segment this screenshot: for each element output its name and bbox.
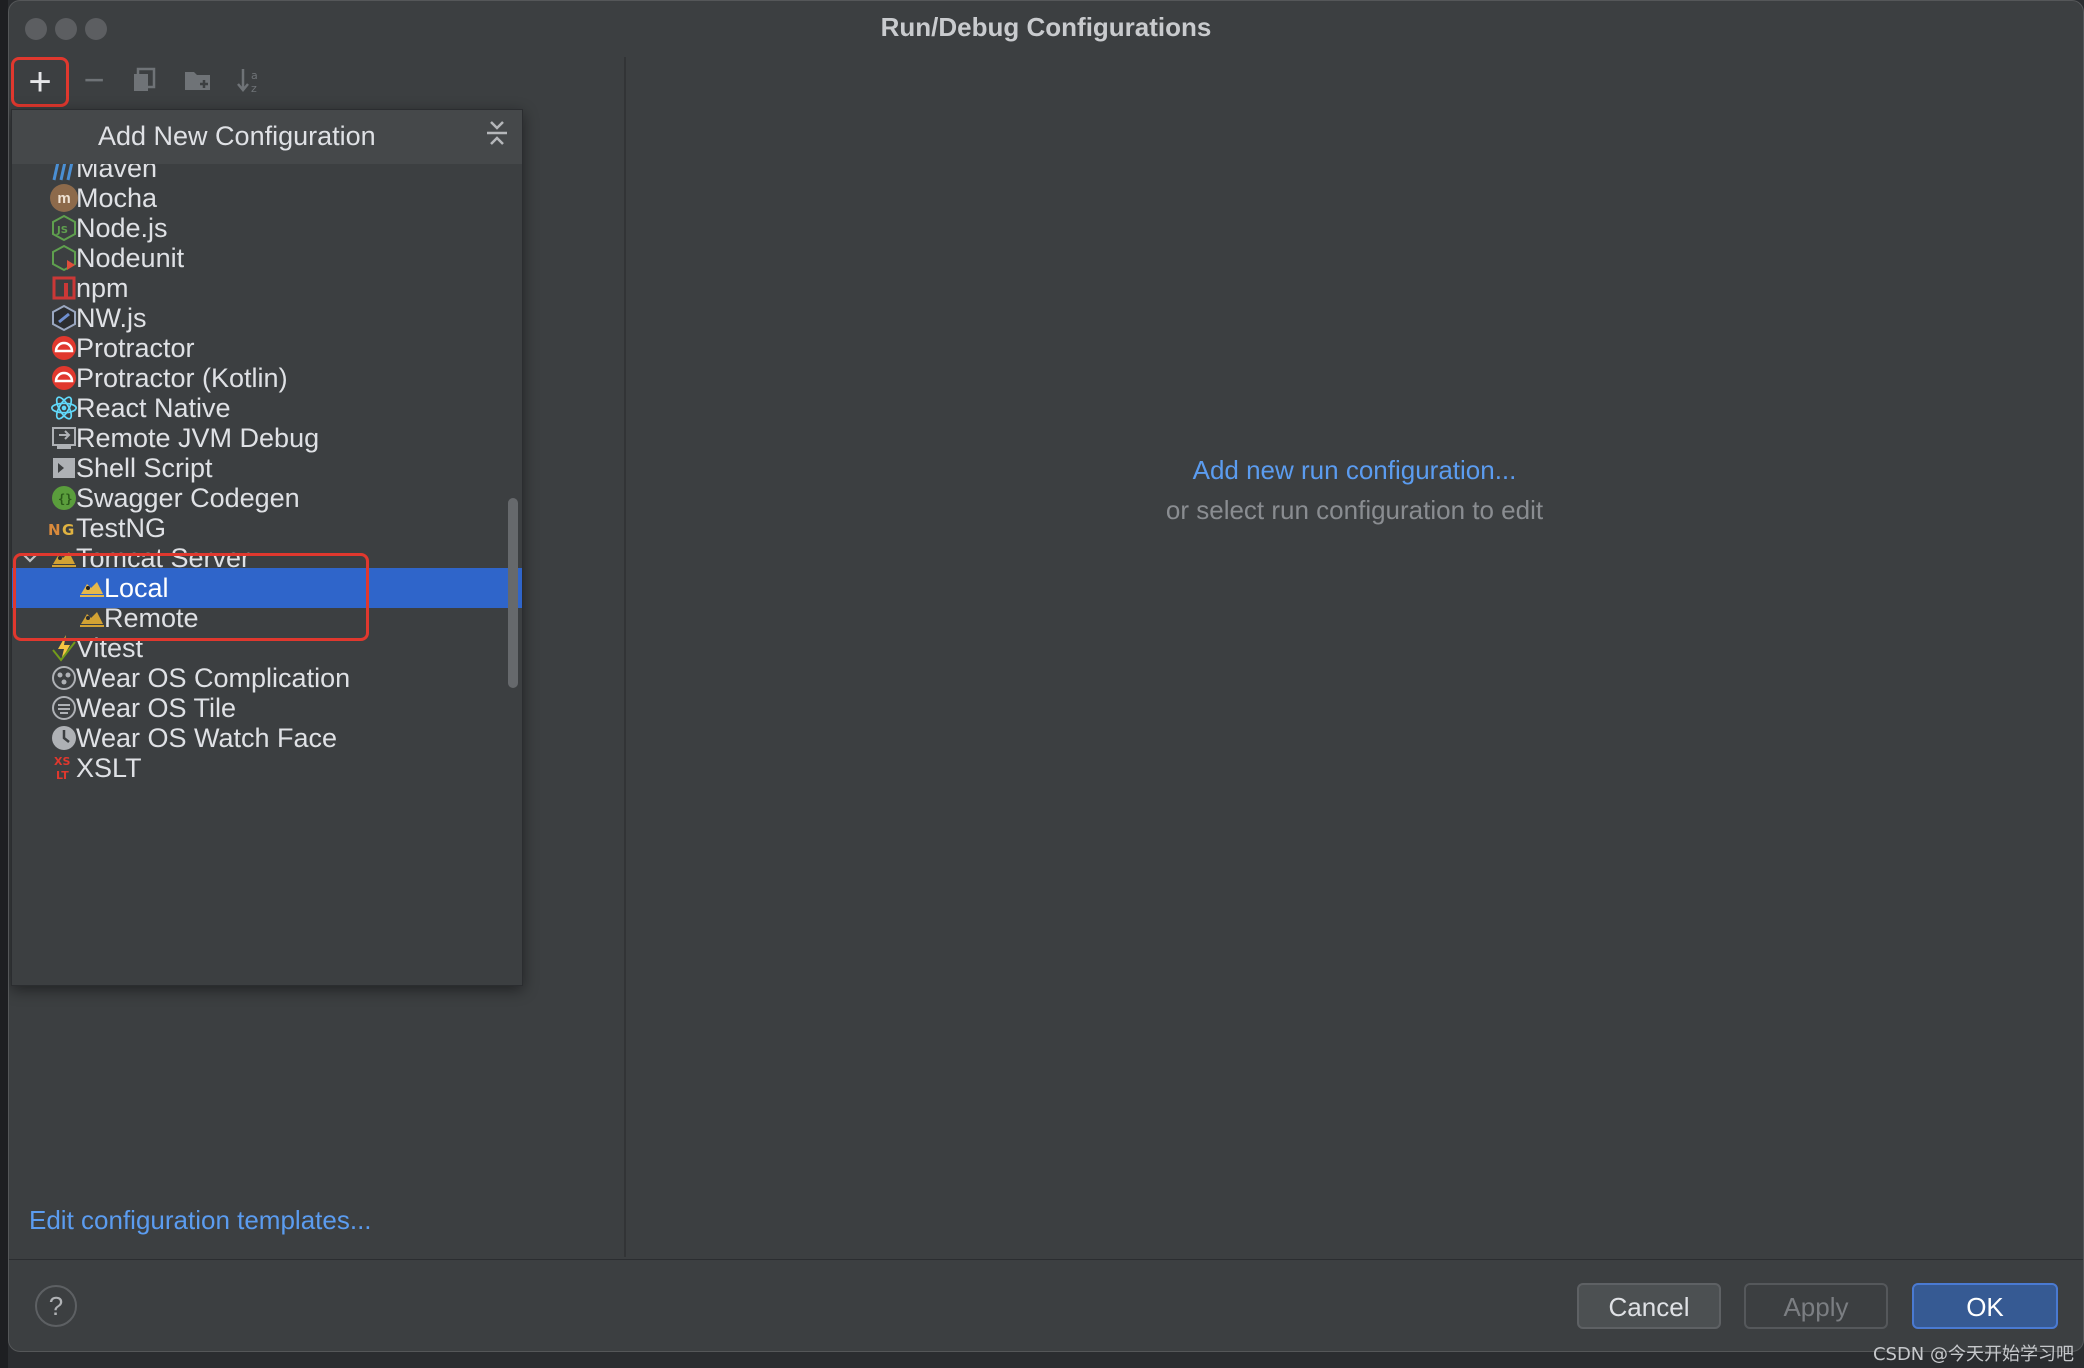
watermark-text: CSDN @今天开始学习吧 — [1872, 1344, 2074, 1365]
xslt-icon: XS LT — [50, 754, 78, 782]
footer-divider — [9, 1259, 2083, 1260]
svg-text:XS: XS — [54, 755, 70, 768]
apply-button[interactable]: Apply — [1744, 1283, 1888, 1329]
ok-button[interactable]: OK — [1912, 1283, 2058, 1329]
list-item-label: XSLT — [76, 753, 142, 783]
edit-configuration-templates-link[interactable]: Edit configuration templates... — [29, 1205, 372, 1236]
remove-configuration-button[interactable]: − — [71, 57, 117, 103]
new-folder-button[interactable] — [175, 57, 221, 103]
svg-text:N: N — [48, 521, 61, 539]
copy-configuration-button[interactable] — [121, 57, 167, 103]
add-configuration-button[interactable]: + — [11, 57, 69, 107]
background-window-edge — [0, 0, 8, 1368]
window-title: Run/Debug Configurations — [880, 12, 1212, 42]
svg-text:LT: LT — [56, 769, 69, 782]
cancel-button[interactable]: Cancel — [1577, 1283, 1721, 1329]
popup-scrollbar[interactable] — [508, 498, 518, 688]
svg-text:G: G — [62, 521, 74, 539]
add-new-run-configuration-link[interactable]: Add new run configuration... — [626, 455, 2083, 486]
collapse-all-icon[interactable] — [482, 118, 512, 154]
configuration-type-list: Maven m Mocha JS Node.js Nodeunit npm NW… — [12, 164, 522, 985]
svg-text:JS: JS — [56, 225, 68, 236]
add-configuration-popup: Add New Configuration Maven m Mocha JS N — [11, 109, 523, 986]
config-toolbar: + − az — [9, 57, 624, 107]
select-configuration-hint: or select run configuration to edit — [1165, 495, 1544, 525]
sort-icon: az — [237, 69, 258, 94]
popup-title: Add New Configuration — [98, 121, 376, 151]
svg-text:a: a — [251, 69, 258, 82]
help-button[interactable]: ? — [35, 1285, 77, 1327]
run-debug-dialog: Run/Debug Configurations + − az Add New … — [8, 0, 2084, 1352]
sort-button[interactable]: az — [227, 57, 273, 103]
new-folder-icon — [185, 72, 210, 90]
svg-text:{}: {} — [58, 492, 72, 506]
minus-icon: − — [83, 59, 105, 100]
plus-icon: + — [28, 60, 52, 104]
list-item-xslt[interactable]: XS LT XSLT — [12, 748, 522, 788]
popup-header: Add New Configuration — [12, 110, 522, 164]
svg-text:z: z — [251, 82, 257, 94]
title-bar: Run/Debug Configurations — [9, 1, 2083, 55]
configuration-details-pane: Add new run configuration... or select r… — [626, 57, 2083, 1257]
copy-icon — [134, 67, 156, 91]
